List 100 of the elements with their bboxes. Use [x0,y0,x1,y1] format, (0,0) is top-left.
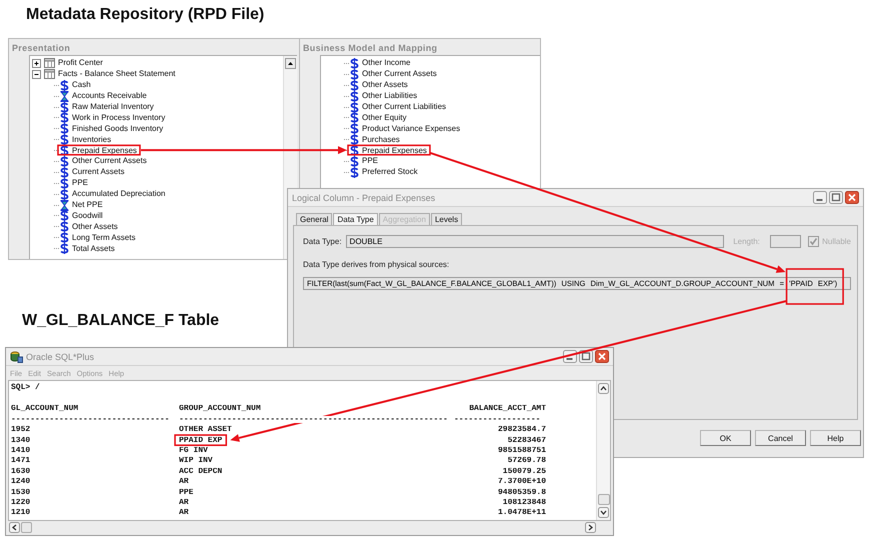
dollar-icon [60,156,69,167]
table-cell: FG INV [179,447,208,454]
dollar-icon [60,243,69,254]
table-cell: 52283467 [508,436,546,444]
tree-item[interactable]: Other Income [362,58,410,68]
caption: W_GL_BALANCE_F Table [22,312,220,330]
table-cell: 1240 [11,478,30,486]
tree-item[interactable]: Prepaid Expenses [362,146,427,156]
column-header: GL_ACCOUNT_NUM [11,405,78,412]
scroll-thumb[interactable] [21,522,32,533]
tree-item[interactable]: Other Liabilities [362,91,418,102]
panel-title: Presentation [11,42,72,55]
tree-item[interactable]: Cash [72,80,91,90]
tree-item[interactable]: Work in Process Inventory [72,112,166,123]
field-label: Data Type derives from physical sources: [303,260,450,269]
data-type-field[interactable]: DOUBLE [346,235,724,248]
dollar-icon [350,134,359,146]
dollar-icon [350,80,359,91]
table-icon [44,58,55,68]
tree-item[interactable]: Other Current Liabilities [362,102,446,112]
tree-item[interactable]: Finished Goods Inventory [72,124,164,134]
tree-item[interactable]: Total Assets [72,244,115,254]
tab[interactable]: Levels [430,213,462,225]
table-cell: PPE [179,488,194,496]
table-icon [44,69,55,80]
column-header: BALANCE_ACCT_AMT [469,405,546,412]
tree-item[interactable]: Raw Material Inventory [72,102,154,112]
tree-item[interactable]: Other Current Assets [362,69,437,80]
tree-item[interactable]: Goodwill [72,210,103,221]
table-cell: 1952 [11,426,30,434]
dollar-icon [350,156,359,167]
tab[interactable]: General [296,213,332,225]
dollar-icon [350,102,359,113]
tree-item[interactable]: Purchases [362,134,400,145]
tree-item[interactable]: Accounts Receivable [72,91,147,102]
dollar-icon [350,58,359,69]
tree-item[interactable]: Other Current Assets [72,156,147,166]
tree-item[interactable]: Other Assets [362,80,408,90]
dollar-icon [350,166,359,178]
table-cell: 29823584.7 [498,426,546,434]
tree-item[interactable]: Accumulated Depreciation [72,189,166,200]
dollar-icon [60,232,69,244]
scrollbar[interactable] [596,381,610,520]
dollar-icon [60,134,69,146]
tree-item[interactable]: Net PPE [72,200,103,210]
table-cell: AR [179,478,189,486]
table-cell: 108123848 [502,498,546,506]
dialog-button[interactable]: Help [810,430,861,446]
window-title: Logical Column - Prepaid Expenses [292,192,436,202]
tree-item[interactable]: Other Equity [362,112,406,123]
tree-item[interactable]: Current Assets [72,167,124,178]
table-cell: 1530 [11,488,30,496]
checkbox-label: Nullable [822,237,851,246]
collapse-icon[interactable] [32,70,41,79]
dollar-icon [60,102,69,113]
dollar-icon [350,123,359,134]
expand-icon[interactable] [32,58,41,68]
dollar-icon [350,90,359,102]
tree-item[interactable]: Other Assets [72,222,118,232]
tree-item[interactable]: PPE [72,178,88,188]
table-cell: 150079.25 [502,468,546,475]
table-cell: 1220 [11,498,30,506]
table-cell: 1.0478E+11 [498,509,546,516]
caption: Metadata Repository (RPD File) [26,6,264,24]
tree-item[interactable]: Long Term Assets [72,232,136,243]
table-cell: PPAID EXP [179,436,222,444]
column-header: GROUP_ACCOUNT_NUM [179,405,261,412]
dollar-icon [60,166,69,178]
table-cell: 1340 [11,436,30,444]
table-cell: AR [179,498,189,506]
tree-item[interactable]: Facts - Balance Sheet Statement [58,69,176,80]
dollar-icon [60,221,69,232]
close-icon [595,350,609,363]
tree-item[interactable]: Profit Center [58,58,103,68]
dollar-icon [60,188,69,200]
dollar-icon [60,178,69,189]
tree-item[interactable]: Product Variance Expenses [362,124,460,134]
dollar-icon [60,210,69,222]
dialog-button[interactable]: Cancel [755,430,806,446]
scroll-thumb[interactable] [598,494,610,505]
tab[interactable]: Data Type [333,213,378,225]
table-cell: 1471 [11,457,30,464]
dollar-icon [60,123,69,134]
tree-item[interactable]: Prepaid Expenses [72,146,137,156]
tree-item[interactable]: Preferred Stock [362,167,418,178]
tree-item[interactable]: PPE [362,156,378,166]
dollar-icon [60,80,69,91]
table-cell: 1630 [11,468,30,475]
scroll-up-icon [285,58,296,69]
panel-title: Business Model and Mapping [302,42,438,55]
close-icon [845,191,859,204]
dialog-button[interactable]: OK [700,430,751,446]
highlight-frame [174,434,228,446]
database-icon [10,350,23,362]
length-field[interactable] [770,235,802,248]
tree-item[interactable]: Inventories [72,134,112,145]
table-cell: 7.3700E+10 [498,478,546,486]
prompt-line: SQL> / [11,383,41,394]
field-label: Data Type: [303,237,342,246]
dollar-icon [350,68,359,80]
